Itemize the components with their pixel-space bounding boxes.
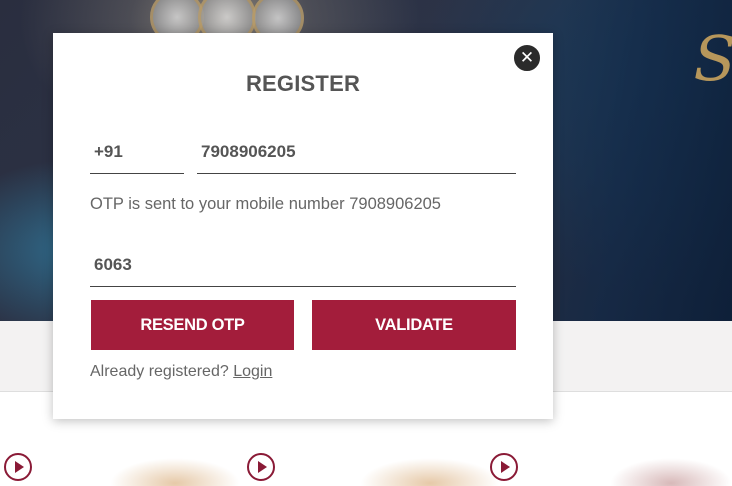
video-thumbnail[interactable]	[110, 458, 240, 486]
play-icon[interactable]	[490, 453, 518, 481]
register-modal: ✕ REGISTER OTP is sent to your mobile nu…	[53, 33, 553, 419]
play-icon[interactable]	[4, 453, 32, 481]
brand-logo-fragment: S	[693, 22, 732, 95]
country-code-field[interactable]	[90, 130, 184, 174]
already-registered-text: Already registered?	[90, 363, 229, 380]
video-thumbnail[interactable]	[360, 458, 500, 486]
otp-sent-message: OTP is sent to your mobile number 790890…	[90, 195, 441, 213]
modal-title: REGISTER	[245, 71, 361, 96]
login-prompt: Already registered? Login	[90, 363, 272, 381]
play-icon[interactable]	[247, 453, 275, 481]
close-button[interactable]: ✕	[512, 43, 542, 73]
validate-button[interactable]: VALIDATE	[312, 300, 516, 350]
mobile-number-field[interactable]	[197, 130, 516, 174]
login-link[interactable]: Login	[233, 363, 272, 380]
resend-otp-button[interactable]: RESEND OTP	[91, 300, 294, 350]
otp-input[interactable]	[90, 243, 516, 287]
video-thumbnail[interactable]	[610, 458, 732, 486]
close-icon: ✕	[519, 48, 535, 68]
